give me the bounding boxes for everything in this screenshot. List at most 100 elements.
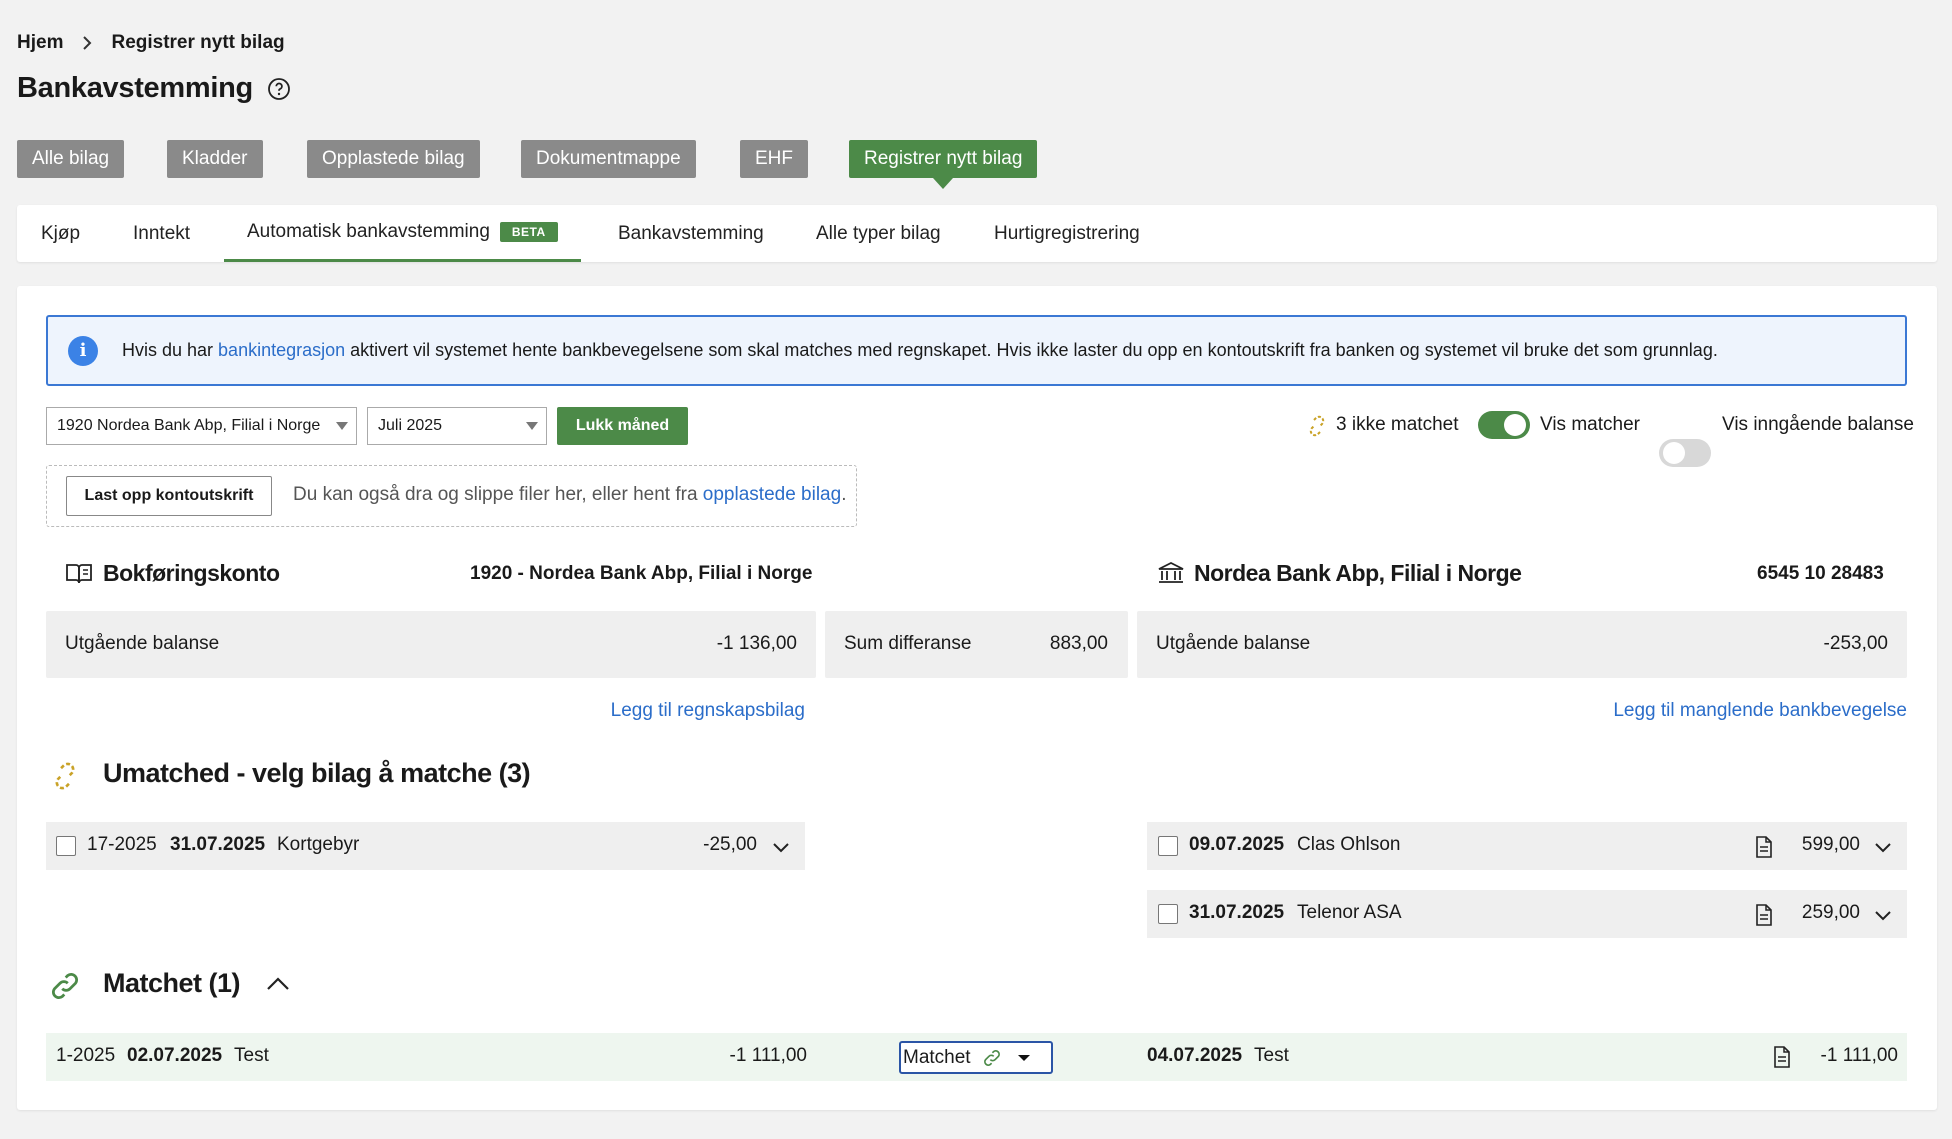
tab-hurtig-label: Hurtigregistrering	[994, 222, 1140, 244]
match-status-value: Matchet	[903, 1046, 971, 1068]
bank-icon	[1158, 561, 1184, 583]
matched-date: 02.07.2025	[127, 1045, 223, 1066]
add-missing-bank-transaction-link[interactable]: Legg til manglende bankbevegelse	[1580, 700, 1907, 722]
difference-label: Sum differanse	[844, 633, 972, 654]
show-opening-balance-label: Vis inngående balanse	[1722, 414, 1914, 435]
chevron-up-icon[interactable]	[264, 972, 292, 996]
tab-inntekt-label: Inntekt	[133, 222, 191, 244]
beta-badge: BETA	[499, 222, 558, 242]
broken-link-icon	[1309, 415, 1325, 437]
matched-text: Test	[234, 1045, 269, 1066]
document-icon[interactable]	[1754, 835, 1774, 859]
upload-hint-text: Du kan også dra og slippe filer her, ell…	[293, 484, 698, 505]
upload-hint-period: .	[841, 484, 847, 505]
bank-balance-label: Utgående balanse	[1156, 633, 1311, 654]
matched-voucher: 1-2025	[56, 1045, 116, 1066]
tab-hurtigregistrering[interactable]: Hurtigregistrering	[994, 205, 1140, 262]
toggle-knob	[1504, 414, 1526, 436]
tab-automatisk-bankavstemming[interactable]: Automatisk bankavstemming BETA	[224, 205, 581, 262]
nav-opplastede-bilag[interactable]: Opplastede bilag	[307, 140, 480, 178]
bank-title: Nordea Bank Abp, Filial i Norge	[1194, 560, 1522, 586]
add-ledger-voucher-link[interactable]: Legg til regnskapsbilag	[580, 700, 805, 722]
help-icon[interactable]	[267, 77, 291, 101]
matched-title: Matchet (1)	[103, 968, 241, 998]
info-text-before: Hvis du har	[122, 340, 219, 360]
matched-bank-amount: -1 111,00	[1820, 1045, 1898, 1066]
breadcrumb: Hjem Registrer nytt bilag	[17, 32, 285, 54]
page-title: Bankavstemming	[17, 72, 253, 104]
matched-bank-text: Test	[1254, 1045, 1289, 1066]
info-banner: i Hvis du har bankintegrasjon aktivert v…	[46, 315, 1907, 386]
nav-alle-bilag[interactable]: Alle bilag	[17, 140, 125, 178]
nav-kladder[interactable]: Kladder	[167, 140, 263, 178]
toggle-knob	[1663, 442, 1685, 464]
info-text-after: aktivert vil systemet hente bankbevegels…	[345, 340, 1718, 360]
info-text: Hvis du har bankintegrasjon aktivert vil…	[122, 340, 1718, 361]
document-icon[interactable]	[1772, 1045, 1792, 1069]
link-icon	[52, 973, 78, 999]
account-select[interactable]: 1920 Nordea Bank Abp, Filial i Norge	[46, 407, 357, 445]
info-icon: i	[68, 335, 98, 366]
tab-bar: Kjøp Inntekt Automatisk bankavstemming B…	[17, 205, 1937, 262]
dropdown-caret-icon	[526, 422, 538, 430]
row-date: 31.07.2025	[1189, 902, 1285, 923]
close-month-button[interactable]: Lukk måned	[557, 407, 688, 445]
row-amount: -25,00	[703, 834, 757, 855]
unmatched-title: Umatched - velg bilag å matche (3)	[103, 758, 531, 788]
dropdown-caret-icon	[336, 422, 348, 430]
ledger-balance-label: Utgående balanse	[65, 633, 220, 654]
ledger-title: Bokføringskonto	[103, 560, 280, 586]
chevron-right-icon	[83, 36, 92, 50]
row-checkbox[interactable]	[1158, 904, 1178, 924]
document-icon[interactable]	[1754, 903, 1774, 927]
bank-balance-value: -253,00	[1823, 633, 1888, 654]
bankintegrasjon-link[interactable]: bankintegrasjon	[218, 340, 345, 360]
title-row: Bankavstemming	[17, 72, 291, 105]
row-checkbox[interactable]	[1158, 836, 1178, 856]
breadcrumb-current: Registrer nytt bilag	[111, 32, 285, 53]
tab-bankavstemming[interactable]: Bankavstemming	[618, 205, 764, 262]
tab-alle-label: Alle typer bilag	[816, 222, 941, 244]
bank-account-number: 6545 10 28483	[1757, 563, 1884, 584]
row-voucher: 17-2025	[87, 834, 157, 855]
tab-bank-label: Bankavstemming	[618, 222, 764, 244]
nav-dokumentmappe[interactable]: Dokumentmappe	[521, 140, 696, 178]
tab-kjop[interactable]: Kjøp	[41, 205, 80, 262]
month-select-value: Juli 2025	[378, 417, 443, 434]
show-matches-label: Vis matcher	[1540, 414, 1640, 435]
tab-alle-typer-bilag[interactable]: Alle typer bilag	[816, 205, 941, 262]
uploaded-vouchers-link[interactable]: opplastede bilag	[703, 484, 841, 505]
row-date: 31.07.2025	[170, 834, 266, 855]
matched-amount: -1 111,00	[729, 1045, 807, 1066]
nav-registrer-nytt-bilag[interactable]: Registrer nytt bilag	[849, 140, 1038, 189]
broken-link-icon	[55, 762, 75, 790]
chevron-down-icon[interactable]	[1872, 904, 1894, 926]
chevron-down-icon[interactable]	[770, 836, 792, 858]
match-status-select[interactable]: Matchet	[899, 1041, 1053, 1074]
tab-auto-label: Automatisk bankavstemming	[247, 221, 490, 242]
account-select-value: 1920 Nordea Bank Abp, Filial i Norge	[57, 417, 321, 434]
row-text: Clas Ohlson	[1297, 834, 1401, 855]
unmatched-count: 3 ikke matchet	[1336, 414, 1459, 435]
matched-bank-date: 04.07.2025	[1147, 1045, 1243, 1066]
chevron-down-icon[interactable]	[1872, 836, 1894, 858]
row-text: Kortgebyr	[277, 834, 360, 855]
tab-inntekt[interactable]: Inntekt	[133, 205, 190, 262]
nav-ehf[interactable]: EHF	[740, 140, 808, 178]
ledger-balance-value: -1 136,00	[716, 633, 797, 654]
row-amount: 259,00	[1801, 902, 1860, 923]
month-select[interactable]: Juli 2025	[367, 407, 547, 445]
link-icon	[983, 1049, 1000, 1066]
book-icon	[66, 564, 92, 584]
tab-kjop-label: Kjøp	[41, 222, 81, 244]
caret-down-icon	[1017, 1054, 1030, 1061]
row-text: Telenor ASA	[1297, 902, 1402, 923]
breadcrumb-home[interactable]: Hjem	[17, 32, 63, 54]
row-checkbox[interactable]	[56, 836, 76, 856]
upload-hint: Du kan også dra og slippe filer her, ell…	[293, 484, 846, 506]
upload-statement-button[interactable]: Last opp kontoutskrift	[66, 476, 272, 516]
row-amount: 599,00	[1801, 834, 1860, 855]
show-opening-balance-toggle[interactable]	[1659, 439, 1711, 467]
ledger-account: 1920 - Nordea Bank Abp, Filial i Norge	[470, 563, 813, 584]
show-matches-toggle[interactable]	[1478, 411, 1530, 439]
